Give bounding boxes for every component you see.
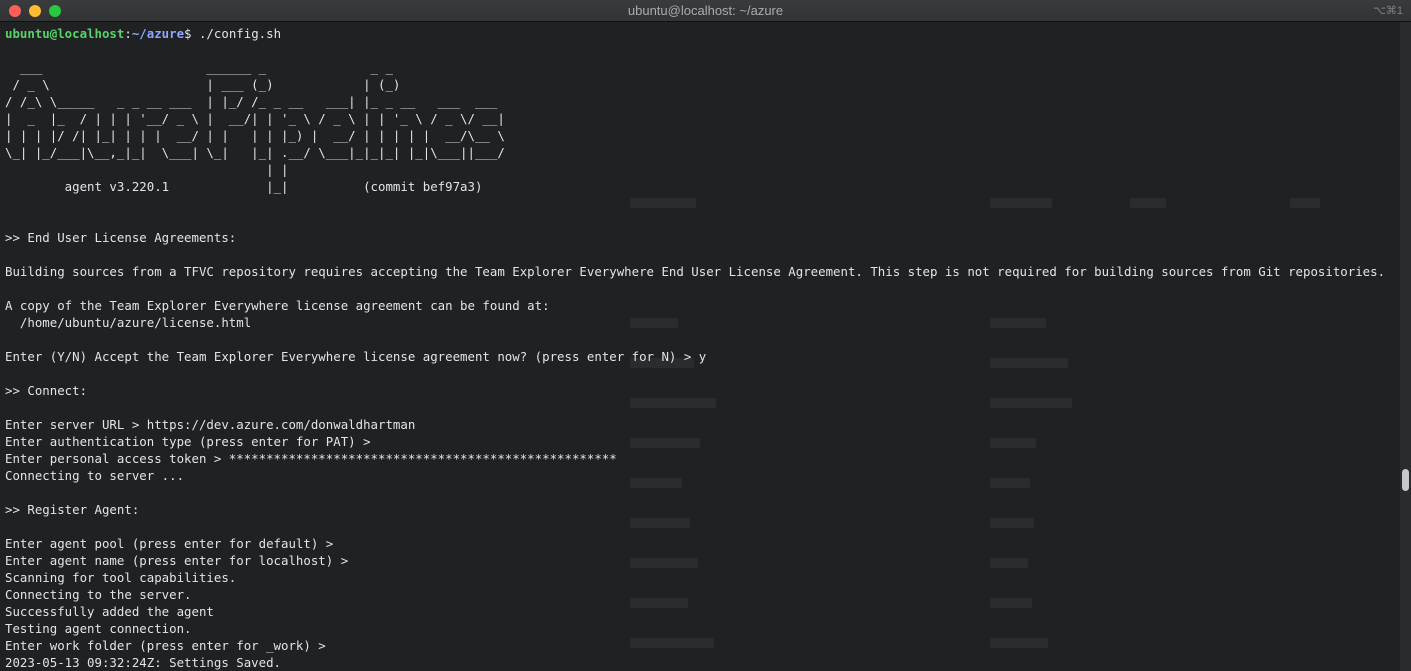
prompt-command: ./config.sh (191, 26, 282, 41)
scrollbar-thumb[interactable] (1402, 469, 1409, 491)
window-titlebar: ubuntu@localhost: ~/azure ⌥⌘1 (0, 0, 1411, 22)
prompt-symbol: $ (184, 26, 192, 41)
window-shortcut: ⌥⌘1 (1373, 5, 1403, 17)
prompt-user-host: ubuntu@localhost (5, 26, 125, 41)
prompt-separator: : (124, 26, 132, 41)
terminal-output-text: ___ ______ _ _ _ / _ \ | ___ (_) | (_) /… (5, 60, 1386, 670)
prompt-path: ~/azure (131, 26, 185, 41)
terminal-scrollbar[interactable] (1400, 22, 1411, 671)
terminal-output: ubuntu@localhost:~/azure$ ./config.sh __… (5, 25, 1385, 671)
window-title: ubuntu@localhost: ~/azure (627, 3, 784, 18)
terminal-pane[interactable]: ubuntu@localhost:~/azure$ ./config.sh __… (0, 22, 1400, 671)
